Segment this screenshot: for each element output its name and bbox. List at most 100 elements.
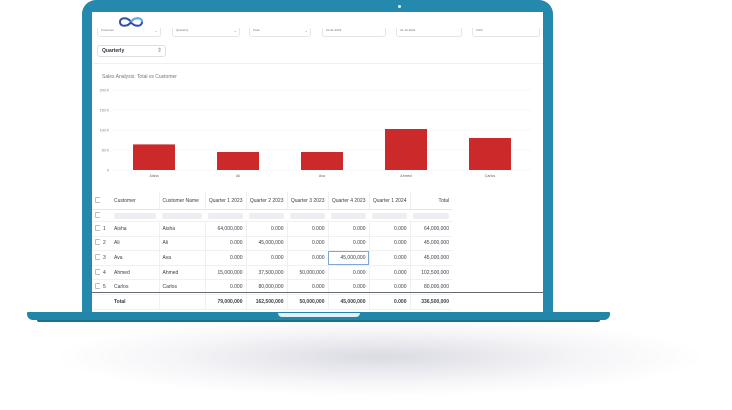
column-header[interactable]: Quarter 4 2023 bbox=[328, 192, 370, 210]
row-checkbox[interactable] bbox=[92, 265, 100, 281]
bar bbox=[217, 152, 259, 170]
column-header[interactable]: Quarter 1 2023 bbox=[205, 192, 247, 210]
focused-value-cell[interactable]: 45,000,000 bbox=[328, 250, 370, 266]
customer-cell[interactable]: Ali bbox=[111, 236, 160, 252]
filter-row bbox=[92, 209, 452, 222]
chart-title: Sales Analysis: Total vs Customer bbox=[102, 74, 177, 80]
value-cell[interactable]: 0.000 bbox=[328, 236, 370, 252]
column-filter-input[interactable] bbox=[410, 209, 452, 222]
column-filter-input[interactable] bbox=[287, 209, 328, 222]
column-header[interactable]: Total bbox=[410, 192, 452, 210]
value-cell[interactable]: 0.000 bbox=[287, 250, 329, 266]
filter-cell bbox=[100, 209, 111, 222]
totals-spacer bbox=[159, 293, 206, 310]
row-checkbox[interactable] bbox=[92, 221, 100, 237]
from-date-field[interactable]: 01-01-2023 bbox=[322, 28, 386, 37]
totals-cell: 162,500,000 bbox=[246, 293, 288, 310]
divider bbox=[92, 63, 543, 64]
value-cell[interactable]: 15,000,000 bbox=[205, 265, 247, 281]
y-tick-label: 100 K bbox=[100, 129, 110, 133]
period-type-filter[interactable]: Quarterly ⌄ bbox=[172, 28, 240, 37]
value-cell[interactable]: 0.000 bbox=[246, 221, 288, 237]
column-filter-input[interactable] bbox=[111, 209, 159, 222]
table-row[interactable]: 2 Ali Ali 0.000 45,000,000 0.000 0.000 0… bbox=[92, 236, 452, 252]
table-header-row: Customer Customer Name Quarter 1 2023 Qu… bbox=[92, 192, 452, 210]
value-filter[interactable]: Total ⌄ bbox=[249, 28, 311, 37]
totals-label: Total bbox=[111, 293, 160, 310]
value-cell[interactable]: 0.000 bbox=[369, 250, 411, 266]
value-cell[interactable]: 0.000 bbox=[287, 236, 329, 252]
percent-field-value: 0.0% bbox=[476, 28, 483, 32]
total-cell[interactable]: 64,000,000 bbox=[410, 221, 452, 237]
table-row[interactable]: 1 Aisha Aisha 64,000,000 0.000 0.000 0.0… bbox=[92, 221, 452, 237]
value-cell[interactable]: 0.000 bbox=[328, 265, 370, 281]
to-date-value: 31-12-2024 bbox=[400, 28, 416, 32]
chart-svg: 0 50 K 100 K 150 K 200 K Aisha Ali Ava Ahmed Carl… bbox=[100, 89, 532, 178]
value-cell[interactable]: 0.000 bbox=[369, 221, 411, 237]
total-cell[interactable]: 45,000,000 bbox=[410, 236, 452, 252]
customer-name-cell[interactable]: Ava bbox=[159, 250, 206, 266]
x-tick-label: Ava bbox=[319, 174, 325, 178]
value-cell[interactable]: 64,000,000 bbox=[205, 221, 247, 237]
column-header[interactable]: Customer Name bbox=[159, 192, 206, 210]
customer-name-cell[interactable]: Aisha bbox=[159, 221, 206, 237]
app-logo-icon bbox=[118, 17, 144, 27]
value-cell[interactable]: 0.000 bbox=[328, 221, 370, 237]
customer-name-cell[interactable]: Ali bbox=[159, 236, 206, 252]
to-date-field[interactable]: 31-12-2024 bbox=[396, 28, 462, 37]
x-tick-label: Aisha bbox=[150, 174, 159, 178]
column-header[interactable]: Customer bbox=[111, 192, 160, 210]
value-cell[interactable]: 0.000 bbox=[369, 265, 411, 281]
total-cell[interactable]: 102,500,000 bbox=[410, 265, 452, 281]
customer-name-cell[interactable]: Ahmed bbox=[159, 265, 206, 281]
value-cell[interactable]: 0.000 bbox=[246, 250, 288, 266]
value-cell[interactable]: 37,500,000 bbox=[246, 265, 288, 281]
app-screen: Customer ⌄ Quarterly ⌄ Total ⌄ 01-01-2023 3… bbox=[92, 12, 543, 312]
chevron-down-icon: ⌄ bbox=[304, 28, 308, 33]
bar bbox=[133, 144, 175, 170]
column-filter-input[interactable] bbox=[205, 209, 246, 222]
y-tick-label: 200 K bbox=[100, 89, 110, 93]
row-checkbox[interactable] bbox=[92, 250, 100, 266]
customer-cell[interactable]: Ahmed bbox=[111, 265, 160, 281]
period-select[interactable]: Quarterly ⇕ bbox=[97, 45, 166, 57]
totals-spacer bbox=[92, 293, 100, 310]
customer-cell[interactable]: Ava bbox=[111, 250, 160, 266]
column-header[interactable]: Quarter 1 2024 bbox=[369, 192, 411, 210]
totals-cell: 336,500,000 bbox=[410, 293, 452, 310]
column-filter-input[interactable] bbox=[246, 209, 287, 222]
value-filter-value: Total bbox=[253, 28, 260, 32]
value-cell[interactable]: 0.000 bbox=[205, 250, 247, 266]
column-filter-input[interactable] bbox=[328, 209, 369, 222]
column-filter-input[interactable] bbox=[369, 209, 410, 222]
value-cell[interactable]: 45,000,000 bbox=[246, 236, 288, 252]
laptop-shadow bbox=[60, 318, 700, 396]
value-cell[interactable]: 0.000 bbox=[369, 236, 411, 252]
from-date-value: 01-01-2023 bbox=[326, 28, 342, 32]
percent-field[interactable]: 0.0% bbox=[472, 28, 540, 37]
row-index: 2 bbox=[100, 236, 111, 252]
filters-row: Customer ⌄ Quarterly ⌄ Total ⌄ 01-01-2023 3… bbox=[92, 28, 543, 37]
column-header[interactable]: Quarter 3 2023 bbox=[287, 192, 329, 210]
x-tick-label: Carlos bbox=[485, 174, 496, 178]
select-all-checkbox[interactable] bbox=[92, 192, 100, 210]
column-header[interactable]: Quarter 2 2023 bbox=[246, 192, 288, 210]
chevron-down-icon: ⌄ bbox=[154, 28, 158, 33]
column-filter-input[interactable] bbox=[159, 209, 205, 222]
chevron-updown-icon: ⇕ bbox=[156, 48, 162, 54]
customer-cell[interactable]: Aisha bbox=[111, 221, 160, 237]
total-cell[interactable]: 45,000,000 bbox=[410, 250, 452, 266]
table-row[interactable]: 3 Ava Ava 0.000 0.000 0.000 45,000,000 0… bbox=[92, 250, 452, 266]
value-cell[interactable]: 0.000 bbox=[205, 236, 247, 252]
value-cell[interactable]: 0.000 bbox=[287, 221, 329, 237]
y-tick-label: 50 K bbox=[102, 149, 110, 153]
filter-cell bbox=[92, 209, 100, 222]
bar bbox=[385, 129, 427, 170]
totals-cell: 79,000,000 bbox=[205, 293, 247, 310]
customer-filter-value: Customer bbox=[101, 28, 115, 32]
row-checkbox[interactable] bbox=[92, 236, 100, 252]
sales-bar-chart: 0 50 K 100 K 150 K 200 K Aisha Ali Ava Ahmed Carl… bbox=[92, 84, 543, 196]
table-row[interactable]: 4 Ahmed Ahmed 15,000,000 37,500,000 50,0… bbox=[92, 265, 452, 281]
customer-filter[interactable]: Customer ⌄ bbox=[97, 28, 161, 37]
value-cell[interactable]: 50,000,000 bbox=[287, 265, 329, 281]
